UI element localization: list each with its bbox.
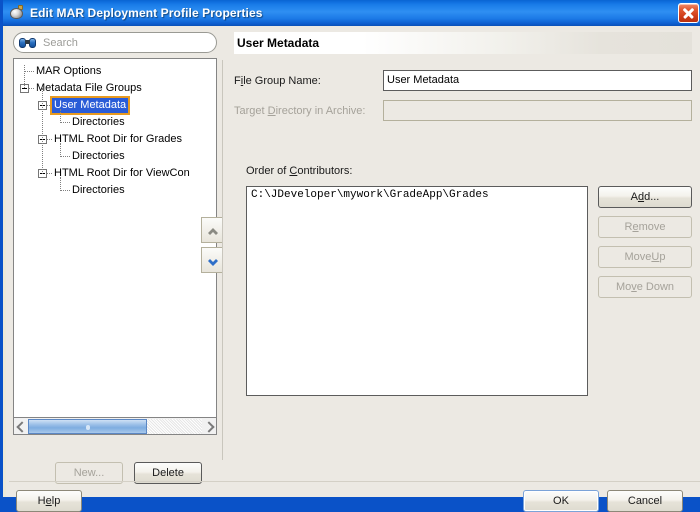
tree-item-label: Directories	[72, 116, 125, 128]
tree-item[interactable]: HTML Root Dir for ViewCon	[14, 165, 216, 182]
dialog-body: Search MAR Options Metadata File Groups Us…	[6, 26, 700, 512]
left-pane: Search MAR Options Metadata File Groups Us…	[13, 32, 223, 484]
split-divider[interactable]	[220, 32, 225, 487]
file-group-name-label: File Group Name:	[234, 75, 321, 87]
search-placeholder: Search	[43, 36, 78, 49]
move-up-button[interactable]: Move Up	[598, 246, 692, 268]
tree-item-label: Directories	[72, 184, 125, 196]
profile-tree[interactable]: MAR Options Metadata File Groups User Meta…	[13, 58, 217, 418]
help-button[interactable]: He lp	[16, 490, 82, 512]
contributors-actions: Ad d... Re move Move Up Mo v e Down	[598, 186, 692, 298]
cancel-button[interactable]: Cancel	[607, 490, 683, 512]
contributors-list[interactable]: C:\JDeveloper\mywork\GradeApp\Grades	[246, 186, 588, 396]
tree-item-label: MAR Options	[36, 65, 102, 77]
tree-item-label: Metadata File Groups	[36, 82, 142, 94]
title-bar: Edit MAR Deployment Profile Properties	[3, 0, 700, 26]
tree-connector	[60, 177, 62, 191]
dialog-window: Edit MAR Deployment Profile Properties S…	[0, 0, 700, 512]
tree-item[interactable]: MAR Options	[14, 63, 216, 80]
search-input[interactable]: Search	[13, 32, 217, 53]
tree-item[interactable]: Directories	[14, 148, 216, 165]
footer-divider	[9, 481, 700, 482]
order-of-contributors-label: Order of Contributors:	[246, 165, 353, 177]
tree-item-label: User Metadata	[49, 96, 131, 115]
tree-item[interactable]: User Metadata	[14, 96, 216, 115]
chevron-down-icon	[207, 257, 218, 267]
tree-horizontal-scrollbar[interactable]	[13, 418, 217, 435]
scroll-thumb[interactable]	[28, 418, 147, 434]
tree-connector	[60, 143, 62, 157]
scroll-right-icon[interactable]	[202, 419, 216, 434]
remove-button[interactable]: Re move	[598, 216, 692, 238]
tree-connector	[42, 88, 44, 174]
page-title: User Metadata	[237, 36, 320, 50]
scroll-left-icon[interactable]	[14, 419, 28, 434]
add-button[interactable]: Ad d...	[598, 186, 692, 208]
move-down-button[interactable]: Mo v e Down	[598, 276, 692, 298]
chevron-up-icon	[207, 227, 218, 237]
tree-item[interactable]: Directories	[14, 114, 216, 131]
tree-item-label: HTML Root Dir for ViewCon	[54, 167, 190, 179]
window-title: Edit MAR Deployment Profile Properties	[30, 6, 263, 20]
tree-item-label: HTML Root Dir for Grades	[54, 133, 182, 145]
tree-item[interactable]: Directories	[14, 182, 216, 199]
target-directory-label: Target Directory in Archive:	[234, 105, 366, 117]
target-directory-field[interactable]	[383, 100, 692, 121]
list-item[interactable]: C:\JDeveloper\mywork\GradeApp\Grades	[247, 187, 587, 201]
scroll-track[interactable]	[28, 418, 202, 434]
binoculars-icon	[19, 37, 36, 49]
tree-connector	[60, 109, 62, 123]
close-icon[interactable]	[678, 3, 699, 23]
detail-pane: User Metadata File Group Name: User Meta…	[234, 32, 694, 457]
file-group-name-field[interactable]: User Metadata	[383, 70, 692, 91]
ok-button[interactable]: OK	[523, 490, 599, 512]
coffee-cup-icon	[9, 5, 25, 21]
tree-item[interactable]: Metadata File Groups	[14, 80, 216, 97]
section-header: User Metadata	[234, 32, 692, 54]
tree-item[interactable]: HTML Root Dir for Grades	[14, 131, 216, 148]
tree-connector	[24, 65, 26, 88]
tree-item-label: Directories	[72, 150, 125, 162]
